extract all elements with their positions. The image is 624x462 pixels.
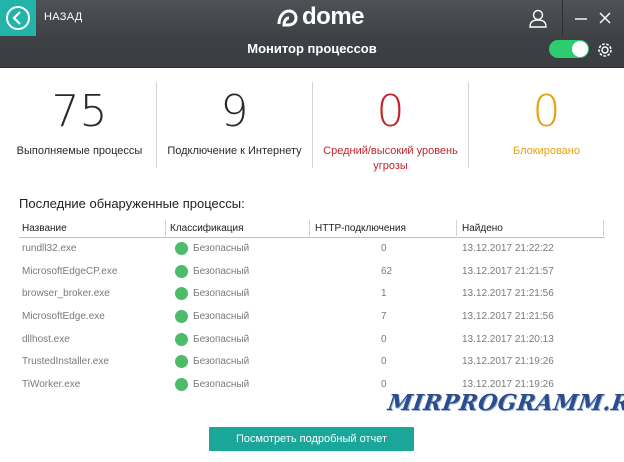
dome-logo-icon — [277, 9, 298, 27]
safe-status-icon — [175, 355, 188, 369]
process-http-count: 1 — [381, 288, 387, 300]
stat-value: 9 — [220, 86, 249, 137]
process-http-count: 0 — [381, 243, 387, 254]
watermark-text: MIRPROGRAMM.RU — [386, 390, 624, 416]
process-found-time: 13.12.2017 21:19:26 — [462, 379, 554, 391]
stat-value: 0 — [532, 86, 561, 137]
safe-status-icon — [175, 242, 188, 255]
process-found-time: 13.12.2017 21:22:22 — [462, 243, 554, 254]
table-row[interactable]: dllhost.exe Безопасный 0 13.12.2017 21:20:1… — [19, 329, 605, 352]
column-header-http[interactable]: HTTP-подключения — [315, 223, 406, 234]
process-found-time: 13.12.2017 21:21:56 — [462, 311, 554, 323]
stat-blocked[interactable]: 0 Блокировано — [469, 82, 624, 178]
process-classification: Безопасный — [193, 379, 250, 391]
stat-label: Блокировано — [513, 145, 580, 157]
stat-value: 0 — [376, 86, 405, 137]
column-header-classification[interactable]: Классификация — [170, 223, 244, 234]
table-header: Название Классификация HTTP-подключения … — [19, 216, 605, 238]
logo-text: dome — [302, 3, 365, 30]
process-http-count: 0 — [381, 379, 387, 391]
detailed-report-button[interactable]: Посмотреть подробный отчет — [209, 427, 414, 451]
stat-running-processes[interactable]: 75 Выполняемые процессы — [2, 82, 157, 178]
table-row[interactable]: MicrosoftEdgeCP.exe Безопасный 62 13.12.201… — [19, 261, 605, 284]
minimize-icon[interactable] — [570, 6, 596, 30]
stats-panel: 75 Выполняемые процессы 9 Подключение к … — [0, 82, 624, 178]
stat-label: Выполняемые процессы — [16, 145, 143, 157]
process-classification: Безопасный — [193, 333, 250, 345]
back-button[interactable] — [0, 0, 36, 36]
process-classification: Безопасный — [193, 311, 250, 323]
stat-label: Подключение к Интернету — [167, 145, 302, 157]
section-title: Последние обнаруженные процессы: — [19, 196, 245, 211]
column-separator — [309, 220, 310, 236]
safe-status-icon — [175, 378, 188, 392]
table-row[interactable]: browser_broker.exe Безопасный 1 13.12.2017 … — [19, 283, 605, 306]
process-classification: Безопасный — [193, 265, 250, 277]
safe-status-icon — [175, 264, 188, 278]
stat-value: 75 — [51, 86, 108, 137]
process-name: rundll32.exe — [22, 243, 77, 254]
user-icon[interactable] — [525, 6, 551, 30]
process-name: browser_broker.exe — [22, 288, 110, 300]
process-classification: Безопасный — [193, 288, 250, 300]
process-name: dllhost.exe — [22, 333, 70, 345]
toggle-knob — [572, 41, 588, 57]
column-separator — [603, 220, 604, 236]
stat-label: Средний/высокий уровень угрозы — [323, 145, 458, 172]
process-classification: Безопасный — [193, 243, 250, 254]
process-name: TiWorker.exe — [22, 379, 81, 391]
column-separator — [165, 220, 166, 236]
column-header-found[interactable]: Найдено — [462, 223, 503, 234]
process-found-time: 13.12.2017 21:21:57 — [462, 265, 554, 277]
stat-internet-connections[interactable]: 9 Подключение к Интернету — [157, 82, 312, 178]
process-found-time: 13.12.2017 21:20:13 — [462, 333, 554, 345]
process-http-count: 62 — [381, 265, 393, 277]
page-title: Монитор процессов — [247, 41, 377, 56]
column-header-name[interactable]: Название — [22, 223, 67, 234]
app-header: НАЗАД dome Монитор процессов — [0, 0, 624, 68]
process-name: MicrosoftEdgeCP.exe — [22, 265, 118, 277]
stat-threats[interactable]: 0 Средний/высокий уровень угрозы — [313, 82, 468, 178]
process-name: MicrosoftEdge.exe — [22, 311, 105, 323]
back-arrow-icon — [6, 6, 30, 30]
process-found-time: 13.12.2017 21:21:56 — [462, 288, 554, 300]
safe-status-icon — [175, 287, 188, 301]
table-row[interactable]: MicrosoftEdge.exe Безопасный 7 13.12.2017 2… — [19, 306, 605, 329]
table-row[interactable]: rundll32.exe Безопасный 0 13.12.2017 21:22:… — [19, 238, 605, 261]
table-row[interactable]: TrustedInstaller.exe Безопасный 0 13.12.201… — [19, 351, 605, 374]
gear-icon[interactable] — [595, 40, 615, 60]
process-table: Название Классификация HTTP-подключения … — [19, 216, 605, 397]
process-http-count: 0 — [381, 333, 387, 345]
table-body: rundll32.exe Безопасный 0 13.12.2017 21:22:… — [19, 238, 605, 397]
process-name: TrustedInstaller.exe — [22, 356, 109, 368]
safe-status-icon — [175, 332, 188, 346]
back-label[interactable]: НАЗАД — [44, 11, 82, 23]
process-found-time: 13.12.2017 21:19:26 — [462, 356, 554, 368]
safe-status-icon — [175, 310, 188, 324]
close-icon[interactable] — [594, 6, 620, 30]
process-http-count: 7 — [381, 311, 387, 323]
process-http-count: 0 — [381, 356, 387, 368]
monitor-toggle[interactable] — [549, 40, 589, 58]
header-separator — [562, 0, 563, 36]
column-separator — [456, 220, 457, 236]
process-classification: Безопасный — [193, 356, 250, 368]
